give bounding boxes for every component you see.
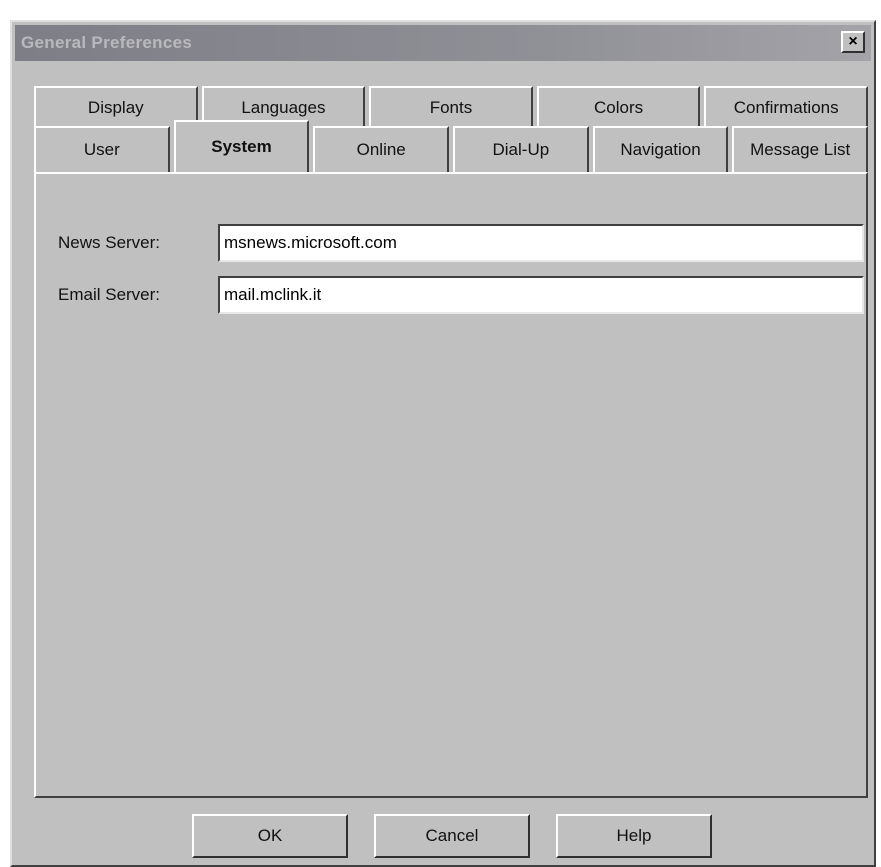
tab-colors[interactable]: Colors <box>536 86 701 128</box>
preferences-dialog: General Preferences × Display Languages … <box>10 20 876 867</box>
title-bar[interactable]: General Preferences × <box>15 25 871 61</box>
news-server-input[interactable] <box>218 224 864 262</box>
tab-fonts[interactable]: Fonts <box>369 86 533 128</box>
help-button[interactable]: Help <box>556 814 712 858</box>
system-tab-panel: News Server: Email Server: <box>34 172 868 798</box>
email-server-input[interactable] <box>218 276 864 314</box>
tab-dial-up[interactable]: Dial-Up <box>453 126 589 172</box>
tab-row-front: User System Online Dial-Up Navigation Me… <box>34 120 869 172</box>
tab-message-list[interactable]: Message List <box>732 126 869 172</box>
tab-system[interactable]: System <box>173 120 310 172</box>
tab-online[interactable]: Online <box>313 126 450 172</box>
dialog-button-row: OK Cancel Help <box>12 814 874 862</box>
close-icon: × <box>848 33 858 50</box>
tab-navigation[interactable]: Navigation <box>592 126 729 172</box>
tab-row-back: Display Languages Fonts Colors Confirmat… <box>34 86 868 128</box>
email-server-row: Email Server: <box>58 276 864 314</box>
cancel-button[interactable]: Cancel <box>374 814 530 858</box>
email-server-label: Email Server: <box>58 285 161 304</box>
tab-user[interactable]: User <box>34 126 170 172</box>
tab-confirmations[interactable]: Confirmations <box>704 86 868 128</box>
ok-button[interactable]: OK <box>192 814 348 858</box>
close-button[interactable]: × <box>841 31 865 53</box>
news-server-row: News Server: <box>58 224 864 262</box>
dialog-title: General Preferences <box>21 33 193 52</box>
news-server-label: News Server: <box>58 233 161 252</box>
